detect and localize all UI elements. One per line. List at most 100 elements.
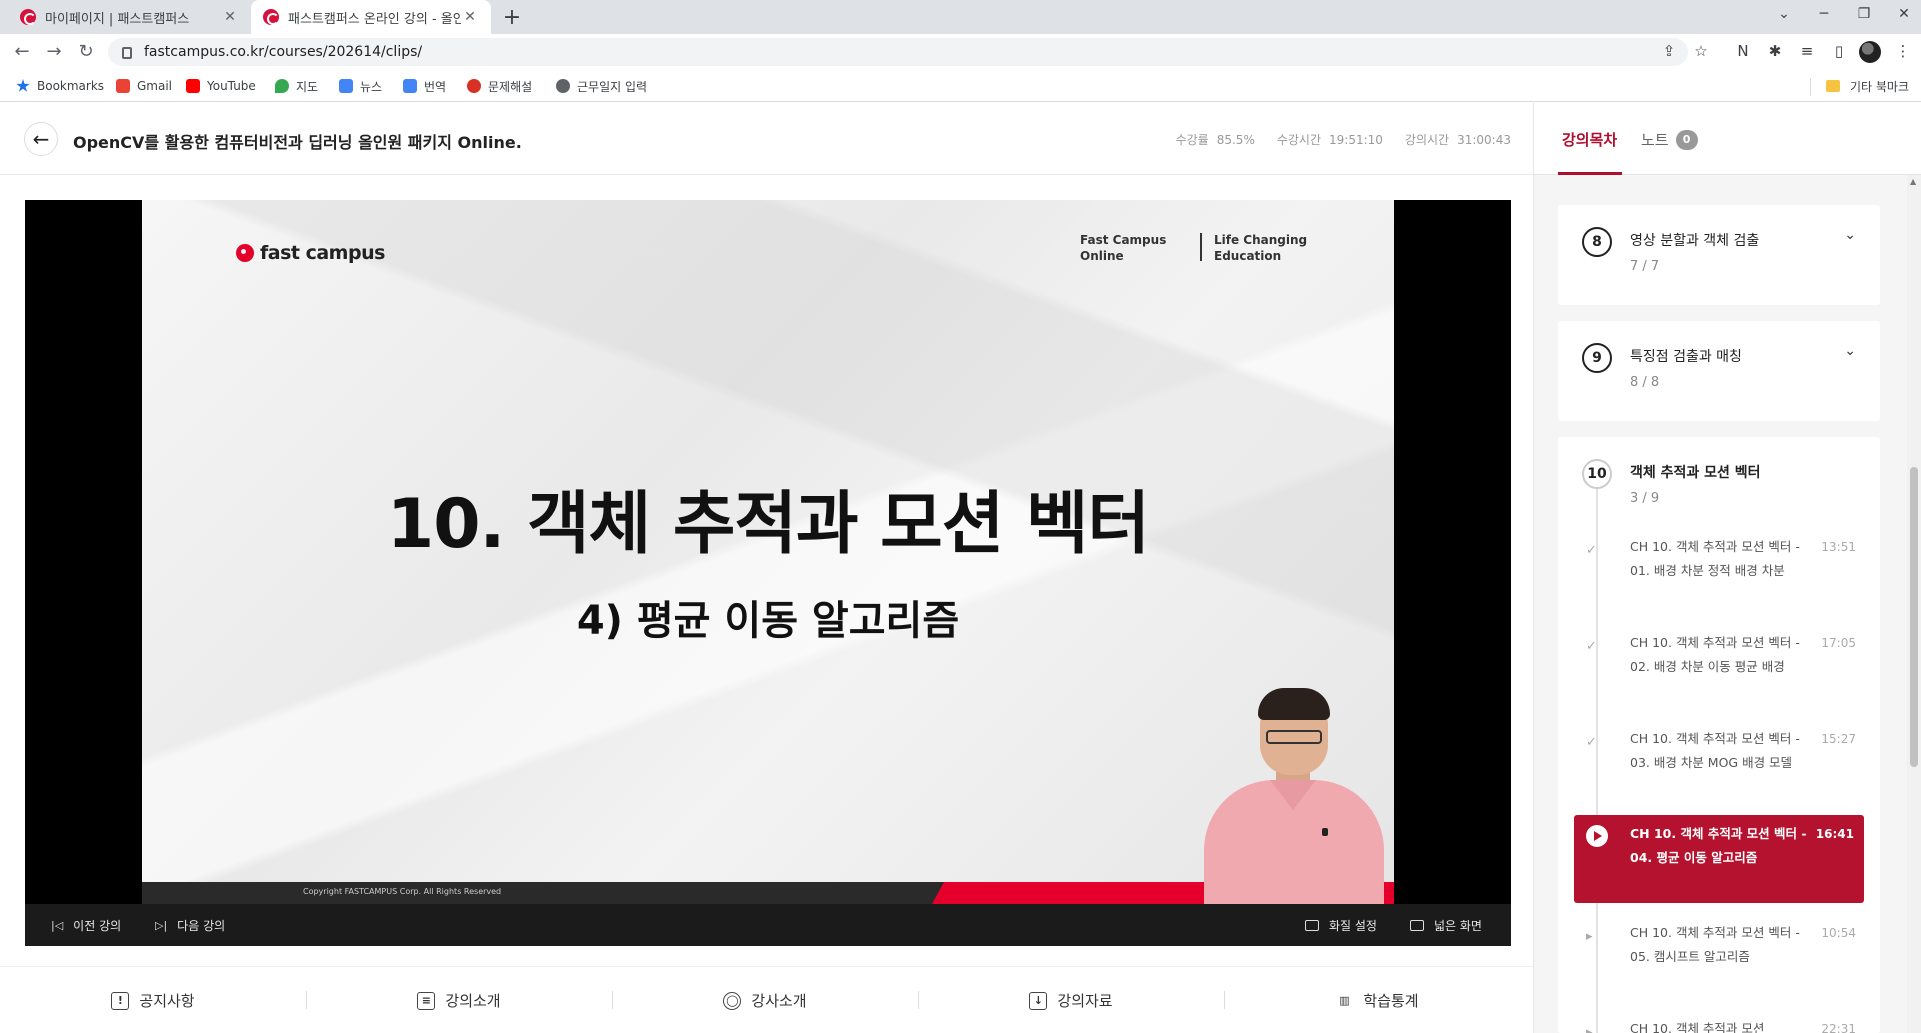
- clipboard-icon: ≡: [417, 991, 436, 1010]
- side-panel-icon[interactable]: ▯: [1827, 42, 1851, 60]
- close-tab-icon[interactable]: ✕: [221, 9, 239, 25]
- lecture-slide: fast campus Fast Campus Online Life Chan…: [142, 200, 1394, 904]
- course-title: OpenCV를 활용한 컴퓨터비전과 딥러닝 올인원 패키지 Online.: [73, 133, 522, 152]
- problem-solutions-icon: [467, 79, 481, 93]
- tab-search-chevron-icon[interactable]: ⌄: [1769, 6, 1799, 22]
- puzzle-extensions-icon[interactable]: ✱: [1763, 42, 1787, 60]
- progress-rate-stat: 수강률 85.5%: [1175, 133, 1255, 147]
- restore-icon[interactable]: ❐: [1849, 6, 1879, 22]
- url-bar[interactable]: fastcampus.co.kr/courses/202614/clips/: [108, 38, 1688, 66]
- forward-arrow-icon[interactable]: →: [42, 41, 66, 62]
- bookmark-label: 지도: [296, 79, 319, 94]
- minimize-icon[interactable]: ─: [1809, 6, 1839, 22]
- main-content: ← OpenCV를 활용한 컴퓨터비전과 딥러닝 올인원 패키지 Online.…: [0, 103, 1533, 1033]
- sidebar-scrollbar[interactable]: ▲: [1907, 175, 1921, 1033]
- bookmark-work-log[interactable]: 근무일지 입력: [556, 70, 647, 102]
- star-bookmark-icon[interactable]: ☆: [1689, 42, 1713, 60]
- chapter-progress: 7 / 7: [1630, 259, 1660, 274]
- extension-n-icon[interactable]: N: [1731, 42, 1755, 60]
- bookmark-youtube[interactable]: YouTube: [186, 70, 256, 102]
- prev-lecture-button[interactable]: |◁ 이전 강의: [51, 917, 121, 934]
- tagline-right: Life Changing Education: [1214, 233, 1308, 263]
- tab-curriculum[interactable]: 강의목차: [1562, 129, 1617, 150]
- notice-tab[interactable]: ! 공지사항: [0, 967, 306, 1033]
- watched-time-stat: 수강시간 19:51:10: [1276, 133, 1383, 147]
- share-icon[interactable]: ⇪: [1657, 42, 1681, 60]
- lesson-item-current[interactable]: CH 10. 객체 추적과 모션 벡터 - 04. 평균 이동 알고리즘 16:…: [1574, 815, 1864, 903]
- lesson-title: CH 10. 객체 추적과 모션 벡터 - 03. 배경 차분 MOG 배경 모…: [1630, 731, 1800, 770]
- scroll-thumb[interactable]: [1910, 467, 1918, 767]
- close-window-icon[interactable]: ✕: [1889, 6, 1919, 22]
- next-lecture-button[interactable]: ▷| 다음 강의: [155, 917, 225, 934]
- scroll-up-arrow-icon[interactable]: ▲: [1910, 177, 1916, 186]
- bookmark-bookmarks[interactable]: Bookmarks: [16, 70, 104, 102]
- lesson-duration: 10:54: [1821, 926, 1856, 940]
- chapter-title[interactable]: 객체 추적과 모션 벡터: [1630, 462, 1761, 482]
- fastcampus-favicon-icon: [263, 9, 279, 25]
- browser-tab-course[interactable]: 패스트캠퍼스 온라인 강의 - 올인 ✕: [251, 0, 491, 34]
- check-icon: ✓: [1586, 735, 1597, 750]
- chapter-progress: 3 / 9: [1630, 491, 1660, 506]
- lesson-duration: 16:41: [1815, 827, 1854, 841]
- course-player-page: ← OpenCV를 활용한 컴퓨터비전과 딥러닝 올인원 패키지 Online.…: [0, 103, 1921, 1033]
- profile-avatar[interactable]: [1859, 41, 1881, 63]
- wide-screen-icon: [1410, 920, 1424, 931]
- tab-notes[interactable]: 노트 0: [1641, 129, 1698, 150]
- quality-settings-button[interactable]: 화질 설정: [1305, 917, 1377, 934]
- slide-subtitle: 4) 평균 이동 알고리즘: [576, 598, 960, 644]
- tab-title: 마이페이지 | 패스트캠퍼스: [45, 11, 190, 27]
- map-pin-icon: [275, 79, 289, 93]
- translate-icon: [403, 79, 417, 93]
- course-bottom-nav: ! 공지사항 ≡ 강의소개 ◯ 강사소개 ↓ 강의자료 ▥ 학습통계: [0, 966, 1533, 1033]
- new-tab-icon[interactable]: +: [500, 5, 524, 30]
- video-player[interactable]: fast campus Fast Campus Online Life Chan…: [25, 200, 1511, 946]
- bookmark-label: Bookmarks: [37, 79, 105, 93]
- quality-settings-icon: [1305, 920, 1319, 931]
- news-icon: [339, 79, 353, 93]
- lesson-duration: 22:31: [1821, 1022, 1856, 1033]
- chapter-number[interactable]: 10: [1582, 459, 1612, 489]
- download-clipboard-icon: ↓: [1029, 991, 1048, 1010]
- chapter-8[interactable]: 8 영상 분할과 객체 검출 7 / 7 ⌄: [1558, 205, 1880, 305]
- learning-stats-tab[interactable]: ▥ 학습통계: [1224, 967, 1530, 1033]
- fastcampus-logo: fast campus: [236, 242, 385, 264]
- close-tab-icon[interactable]: ✕: [461, 9, 479, 25]
- bookmark-maps[interactable]: 지도: [275, 70, 318, 102]
- course-stats: 수강률 85.5% 수강시간 19:51:10 강의시간 31:00:43: [1176, 131, 1511, 148]
- instructor-intro-tab[interactable]: ◯ 강사소개: [612, 967, 918, 1033]
- total-time-stat: 강의시간 31:00:43: [1404, 133, 1511, 147]
- bookmark-label: Gmail: [137, 79, 173, 93]
- skip-next-icon: ▷|: [155, 919, 168, 932]
- bookmark-gmail[interactable]: Gmail: [116, 70, 172, 102]
- bookmark-translate[interactable]: 번역: [403, 70, 446, 102]
- back-arrow-icon[interactable]: ←: [10, 41, 34, 62]
- chapter-10: 10 객체 추적과 모션 벡터 3 / 9 ✓ CH 10. 객체 추적과 모션…: [1558, 437, 1880, 1033]
- more-menu-icon[interactable]: ⋮: [1891, 42, 1915, 60]
- chevron-down-icon[interactable]: ⌄: [1844, 227, 1856, 243]
- other-bookmarks[interactable]: 기타 북마크: [1825, 70, 1909, 102]
- bookmark-problem-solutions[interactable]: 문제해설: [467, 70, 532, 102]
- back-button[interactable]: ←: [24, 122, 58, 156]
- wide-screen-button[interactable]: 넓은 화면: [1410, 917, 1482, 934]
- other-bookmarks-label: 기타 북마크: [1849, 79, 1909, 94]
- reading-list-icon[interactable]: ≡: [1795, 42, 1819, 60]
- course-intro-tab[interactable]: ≡ 강의소개: [306, 967, 612, 1033]
- lesson-item[interactable]: ✓ CH 10. 객체 추적과 모션 벡터 - 01. 배경 차분 정적 배경 …: [1558, 535, 1880, 615]
- lesson-item[interactable]: ▸ CH 10. 객체 추적과 모션 22:31: [1558, 1017, 1880, 1033]
- lesson-item[interactable]: ✓ CH 10. 객체 추적과 모션 벡터 - 02. 배경 차분 이동 평균 …: [1558, 631, 1880, 711]
- chevron-down-icon[interactable]: ⌄: [1844, 343, 1856, 359]
- check-icon: ✓: [1586, 639, 1597, 654]
- lesson-duration: 15:27: [1821, 732, 1856, 746]
- skip-previous-icon: |◁: [51, 919, 64, 932]
- chapter-9[interactable]: 9 특징점 검출과 매칭 8 / 8 ⌄: [1558, 321, 1880, 421]
- course-materials-tab[interactable]: ↓ 강의자료: [918, 967, 1224, 1033]
- bookmark-separator: [1810, 78, 1811, 96]
- lesson-item[interactable]: ▸ CH 10. 객체 추적과 모션 벡터 - 05. 캠시프트 알고리즘 10…: [1558, 921, 1880, 1001]
- sidebar-tabs: 강의목차 노트 0: [1534, 103, 1921, 175]
- browser-tab-mypage[interactable]: 마이페이지 | 패스트캠퍼스 ✕: [8, 0, 251, 34]
- reload-icon[interactable]: ↻: [74, 41, 98, 62]
- folder-icon: [1825, 80, 1840, 92]
- lesson-item[interactable]: ✓ CH 10. 객체 추적과 모션 벡터 - 03. 배경 차분 MOG 배경…: [1558, 727, 1880, 807]
- bookmark-news[interactable]: 뉴스: [339, 70, 382, 102]
- notice-icon: !: [111, 991, 130, 1010]
